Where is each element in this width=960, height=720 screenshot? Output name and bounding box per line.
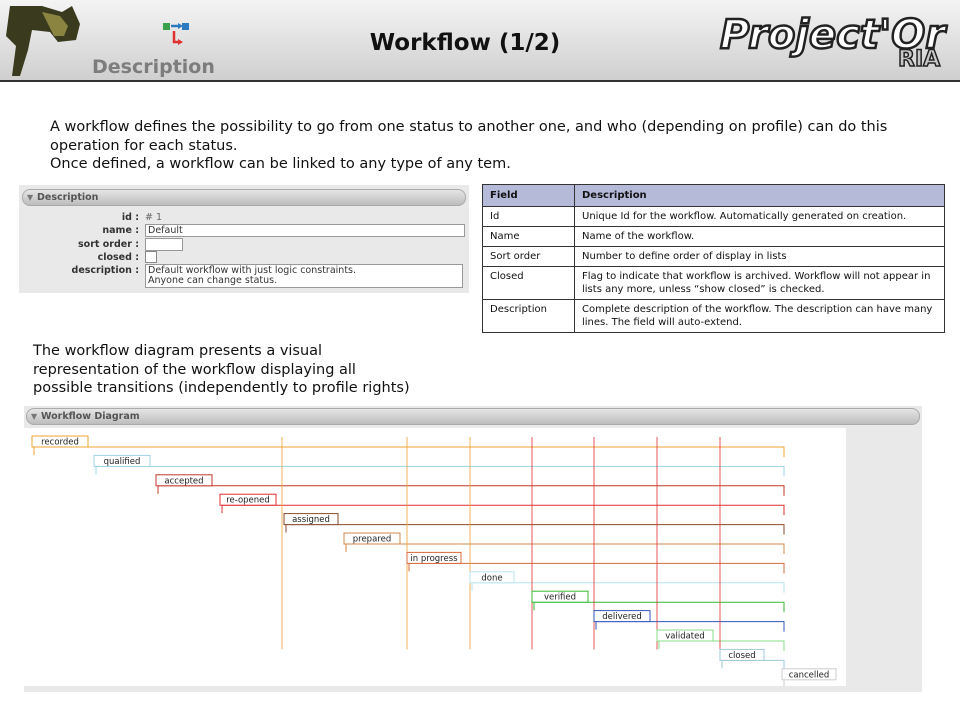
form-panel-title: Description xyxy=(37,192,99,203)
table-row: Sort order Number to define order of dis… xyxy=(482,246,945,267)
table-cell-description: Name of the workflow. xyxy=(574,226,945,247)
diagram-text-line-2: representation of the workflow displayin… xyxy=(33,361,356,378)
table-cell-description: Complete description of the workflow. Th… xyxy=(574,299,945,333)
intro-line-2: Once defined, a workflow can be linked t… xyxy=(50,156,511,172)
workflow-panel-header[interactable]: ▼ Workflow Diagram xyxy=(26,408,920,425)
closed-checkbox[interactable] xyxy=(145,251,157,263)
transition-line xyxy=(721,659,785,671)
transition-line xyxy=(408,562,785,574)
section-label: Description xyxy=(92,56,215,78)
transition-line xyxy=(471,582,785,593)
intro-line-1: A workflow defines the possibility to go… xyxy=(50,119,888,154)
header-description: Description xyxy=(574,184,945,207)
status-label: accepted xyxy=(164,476,203,486)
table-row: Description Complete description of the … xyxy=(482,299,945,333)
workflow-canvas: recorded qualified accepted re-opened assign… xyxy=(24,428,846,690)
workflow-icon xyxy=(163,23,189,45)
brand-logo: Project'Or RIA xyxy=(719,11,949,72)
table-cell-description: Flag to indicate that workflow is archiv… xyxy=(574,266,945,300)
table-header-row: Field Description xyxy=(482,184,945,207)
transition-line xyxy=(533,601,785,613)
id-label: id : xyxy=(121,212,139,223)
form-panel-header[interactable]: ▼ Description xyxy=(22,189,466,206)
table-cell-field: Name xyxy=(482,226,575,247)
description-label: description : xyxy=(71,265,139,276)
status-label: done xyxy=(481,573,502,583)
status-label: recorded xyxy=(41,438,79,448)
status-label: validated xyxy=(665,632,705,642)
diagram-text-line-1: The workflow diagram presents a visual xyxy=(33,343,323,359)
diagram-text: The workflow diagram presents a visual r… xyxy=(33,342,473,398)
status-label: delivered xyxy=(602,612,642,622)
status-label: verified xyxy=(544,593,576,603)
name-input[interactable]: Default xyxy=(145,224,465,237)
table-cell-description: Unique Id for the workflow. Automaticall… xyxy=(574,206,945,227)
brand-suffix: RIA xyxy=(898,47,940,72)
status-label: qualified xyxy=(104,457,141,467)
field-table: Field Description Id Unique Id for the w… xyxy=(482,184,945,333)
slide-header: Description Workflow (1/2) Project'Or RI… xyxy=(0,0,960,82)
table-cell-field: Id xyxy=(482,206,575,227)
header-field: Field xyxy=(482,184,575,207)
table-cell-field: Sort order xyxy=(482,246,575,267)
table-row: Name Name of the workflow. xyxy=(482,226,945,247)
status-label: closed xyxy=(728,651,755,661)
page-title: Workflow (1/2) xyxy=(369,30,561,56)
table-row: Closed Flag to indicate that workflow is… xyxy=(482,266,945,300)
workflow-diagram-panel: ▼ Workflow Diagram recorded qualified acce… xyxy=(24,406,922,692)
workflow-panel-title: Workflow Diagram xyxy=(41,411,140,422)
workflow-diagram: recorded qualified accepted re-opened assign… xyxy=(31,435,837,690)
status-label: cancelled xyxy=(789,670,830,680)
status-label: prepared xyxy=(353,535,391,545)
description-textarea[interactable]: Default workflow with just logic constra… xyxy=(145,264,463,288)
sort-order-label: sort order : xyxy=(78,239,139,250)
description-form: ▼ Description id : # 1 name : Default so… xyxy=(19,185,469,293)
diagram-text-line-3: possible transitions (independently to p… xyxy=(33,380,410,396)
collapse-icon[interactable]: ▼ xyxy=(27,190,33,205)
id-value: # 1 xyxy=(145,212,163,223)
closed-label: closed : xyxy=(97,252,139,263)
table-row: Id Unique Id for the workflow. Automatic… xyxy=(482,206,945,227)
name-label: name : xyxy=(102,225,139,236)
logo-icon xyxy=(6,6,80,76)
sort-order-input[interactable] xyxy=(145,238,183,251)
collapse-icon[interactable]: ▼ xyxy=(31,409,37,424)
table-cell-field: Closed xyxy=(482,266,575,300)
status-label: in progress xyxy=(410,554,458,564)
status-label: assigned xyxy=(292,515,330,525)
intro-text: A workflow defines the possibility to go… xyxy=(50,118,955,174)
table-cell-description: Number to define order of display in lis… xyxy=(574,246,945,267)
status-label: re-opened xyxy=(226,496,270,506)
description-line-2: Anyone can change status. xyxy=(148,275,278,286)
table-cell-field: Description xyxy=(482,299,575,333)
